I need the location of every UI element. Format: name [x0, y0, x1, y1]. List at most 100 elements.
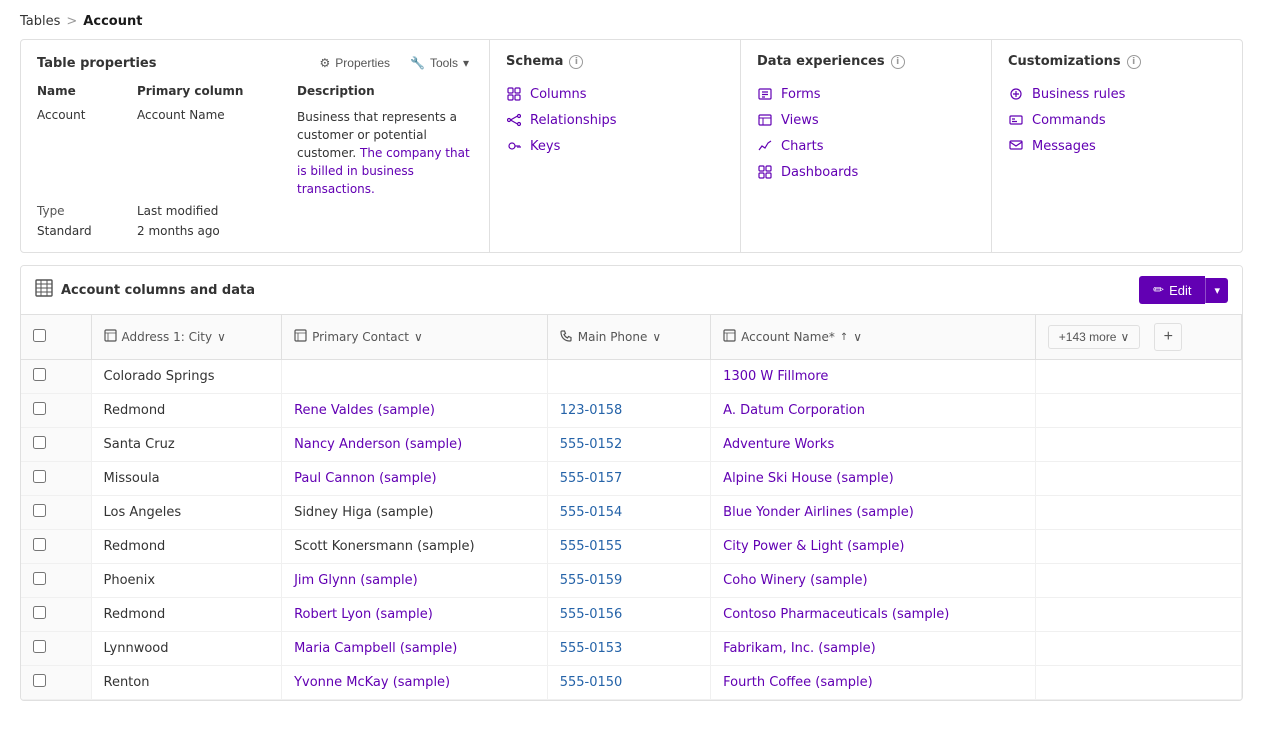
- row-checkbox[interactable]: [33, 538, 46, 551]
- row-checkbox[interactable]: [33, 504, 46, 517]
- account-name-link[interactable]: City Power & Light (sample): [723, 539, 904, 554]
- properties-button[interactable]: ⚙ Properties: [316, 54, 394, 72]
- data-experiences-title: Data experiences i: [757, 54, 905, 69]
- edit-chevron-icon: ▾: [1214, 285, 1220, 297]
- schema-link-relationships[interactable]: Relationships: [506, 107, 724, 133]
- primary-col-value: Account Name: [137, 108, 297, 198]
- row-city: Los Angeles: [91, 496, 282, 530]
- row-checkbox[interactable]: [33, 402, 46, 415]
- data-section-title: Account columns and data: [35, 279, 255, 301]
- primary-contact-col-header[interactable]: Primary Contact ∨: [282, 315, 548, 360]
- data-exp-dashboards[interactable]: Dashboards: [757, 159, 975, 185]
- account-name-link[interactable]: Blue Yonder Airlines (sample): [723, 505, 914, 520]
- custom-business-rules[interactable]: Business rules: [1008, 81, 1226, 107]
- breadcrumb-tables-link[interactable]: Tables: [20, 14, 60, 29]
- row-checkbox-cell: [21, 564, 91, 598]
- row-checkbox[interactable]: [33, 674, 46, 687]
- address-city-col-header[interactable]: Address 1: City ∨: [91, 315, 282, 360]
- custom-messages[interactable]: Messages: [1008, 133, 1226, 159]
- row-checkbox-cell: [21, 360, 91, 394]
- account-name-link[interactable]: Fourth Coffee (sample): [723, 675, 873, 690]
- row-checkbox[interactable]: [33, 368, 46, 381]
- contact-link[interactable]: Jim Glynn (sample): [294, 573, 418, 588]
- plus-icon: +: [1164, 328, 1173, 346]
- table-row: PhoenixJim Glynn (sample)555-0159Coho Wi…: [21, 564, 1242, 598]
- data-exp-forms[interactable]: Forms: [757, 81, 975, 107]
- chevron-down-icon: ▾: [463, 56, 469, 70]
- contact-link[interactable]: Maria Campbell (sample): [294, 641, 457, 656]
- columns-label: Columns: [530, 87, 587, 102]
- contact-link[interactable]: Scott Konersmann (sample): [294, 539, 475, 554]
- name-value: Account: [37, 108, 137, 198]
- data-section: Account columns and data ✏ Edit ▾: [20, 265, 1243, 701]
- phone-link[interactable]: 555-0155: [560, 539, 623, 554]
- account-name-link[interactable]: A. Datum Corporation: [723, 403, 865, 418]
- row-city: Redmond: [91, 530, 282, 564]
- table-icon: [35, 279, 53, 301]
- desc-link1[interactable]: The company that is billed in business: [297, 146, 470, 178]
- row-checkbox-cell: [21, 632, 91, 666]
- row-account-name: Coho Winery (sample): [711, 564, 1036, 598]
- contact-link[interactable]: Yvonne McKay (sample): [294, 675, 450, 690]
- row-city: Santa Cruz: [91, 428, 282, 462]
- account-name-col-header[interactable]: Account Name* ↑ ∨: [711, 315, 1036, 360]
- row-checkbox[interactable]: [33, 640, 46, 653]
- account-name-link[interactable]: Contoso Pharmaceuticals (sample): [723, 607, 949, 622]
- tools-button[interactable]: 🔧 Tools ▾: [406, 54, 473, 72]
- account-name-link[interactable]: Alpine Ski House (sample): [723, 471, 894, 486]
- data-exp-charts[interactable]: Charts: [757, 133, 975, 159]
- account-name-link[interactable]: Fabrikam, Inc. (sample): [723, 641, 876, 656]
- phone-link[interactable]: 555-0150: [560, 675, 623, 690]
- phone-link[interactable]: 555-0156: [560, 607, 623, 622]
- edit-icon: ✏: [1153, 282, 1164, 298]
- edit-dropdown-button[interactable]: ▾: [1205, 278, 1228, 303]
- phone-link[interactable]: 123-0158: [560, 403, 623, 418]
- business-rules-label: Business rules: [1032, 87, 1125, 102]
- contact-link[interactable]: Paul Cannon (sample): [294, 471, 436, 486]
- phone-link[interactable]: 555-0152: [560, 437, 623, 452]
- contact-link[interactable]: Rene Valdes (sample): [294, 403, 435, 418]
- data-section-header: Account columns and data ✏ Edit ▾: [21, 266, 1242, 315]
- select-all-checkbox[interactable]: [33, 329, 46, 342]
- phone-link[interactable]: 555-0154: [560, 505, 623, 520]
- phone-link[interactable]: 555-0159: [560, 573, 623, 588]
- toolbar-buttons: ⚙ Properties 🔧 Tools ▾: [316, 54, 473, 72]
- gear-icon: ⚙: [320, 56, 331, 70]
- account-name-link[interactable]: Coho Winery (sample): [723, 573, 867, 588]
- main-phone-col-header[interactable]: Main Phone ∨: [547, 315, 710, 360]
- data-experiences-panel: Data experiences i Forms: [741, 40, 992, 252]
- account-name-link[interactable]: Adventure Works: [723, 437, 834, 452]
- row-checkbox-cell: [21, 530, 91, 564]
- name-header: Name: [37, 84, 137, 102]
- description-text: Business that represents a customer or p…: [297, 108, 473, 198]
- messages-icon: [1008, 138, 1024, 154]
- commands-label: Commands: [1032, 113, 1106, 128]
- add-column-button[interactable]: +: [1154, 323, 1182, 351]
- row-phone: [547, 360, 710, 394]
- row-city: Redmond: [91, 394, 282, 428]
- custom-commands[interactable]: Commands: [1008, 107, 1226, 133]
- data-exp-views[interactable]: Views: [757, 107, 975, 133]
- business-rules-icon: [1008, 86, 1024, 102]
- phone-link[interactable]: 555-0153: [560, 641, 623, 656]
- table-properties-title: Table properties: [37, 56, 156, 71]
- row-checkbox[interactable]: [33, 436, 46, 449]
- contact-link[interactable]: Sidney Higa (sample): [294, 505, 433, 520]
- row-extra: [1035, 394, 1241, 428]
- contact-link[interactable]: Robert Lyon (sample): [294, 607, 433, 622]
- edit-btn-group: ✏ Edit ▾: [1139, 276, 1228, 304]
- account-name-link[interactable]: 1300 W Fillmore: [723, 369, 828, 384]
- phone-link[interactable]: 555-0157: [560, 471, 623, 486]
- more-columns-button[interactable]: +143 more ∨: [1048, 325, 1141, 349]
- row-contact: [282, 360, 548, 394]
- row-contact: Robert Lyon (sample): [282, 598, 548, 632]
- row-checkbox[interactable]: [33, 606, 46, 619]
- desc-link2[interactable]: transactions.: [297, 182, 375, 196]
- row-checkbox[interactable]: [33, 572, 46, 585]
- table-row: Santa Cruz Nancy Anderson (sample) 555-015…: [21, 428, 1242, 462]
- schema-link-columns[interactable]: Columns: [506, 81, 724, 107]
- edit-button[interactable]: ✏ Edit: [1139, 276, 1205, 304]
- schema-link-keys[interactable]: Keys: [506, 133, 724, 159]
- row-checkbox[interactable]: [33, 470, 46, 483]
- contact-link[interactable]: Nancy Anderson (sample): [294, 437, 462, 452]
